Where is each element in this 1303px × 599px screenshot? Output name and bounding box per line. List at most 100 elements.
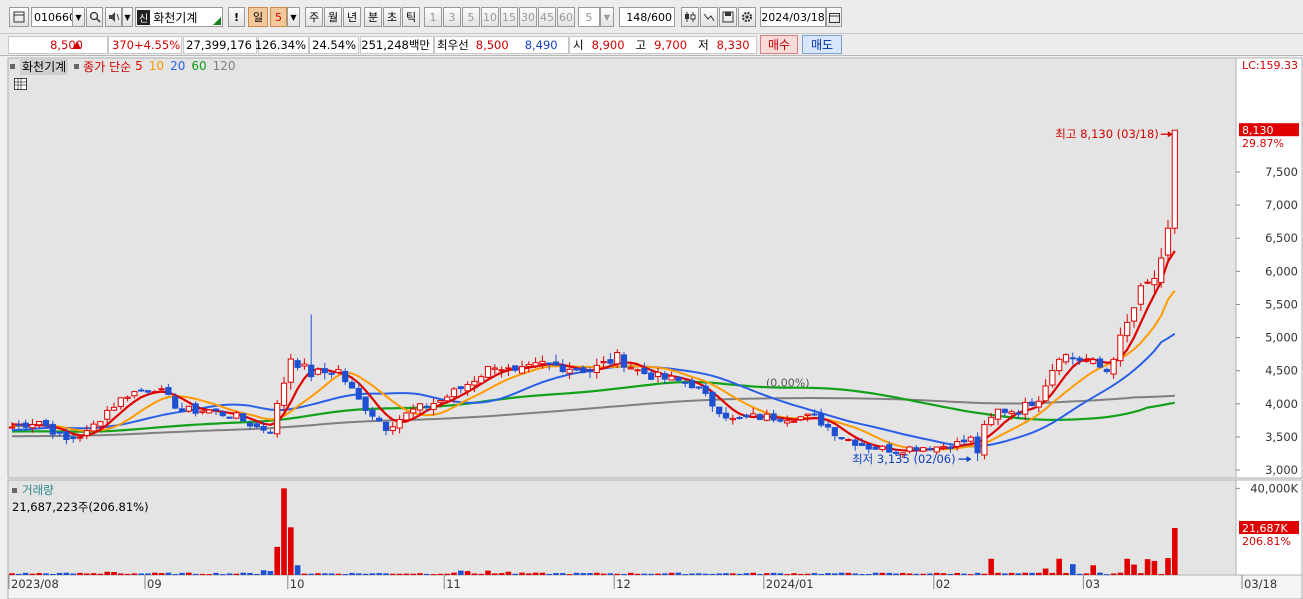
- candle-body: [362, 396, 369, 411]
- sell-button[interactable]: 매도: [802, 35, 842, 54]
- legend-ma10[interactable]: 10: [149, 59, 164, 73]
- period-count-dropdown-icon[interactable]: ▼: [287, 7, 300, 27]
- volume-bar: [417, 573, 423, 575]
- volume-bar: [662, 573, 668, 575]
- volume-bar: [906, 573, 913, 575]
- alert-button[interactable]: !: [228, 7, 245, 27]
- layout-icon[interactable]: [9, 7, 29, 27]
- candle-body: [818, 413, 825, 426]
- candle-body: [206, 409, 213, 414]
- calendar-icon[interactable]: [826, 7, 842, 27]
- candle-body: [389, 426, 396, 432]
- volume-bar: [546, 573, 552, 575]
- interval-45-button[interactable]: 45: [538, 7, 556, 27]
- volume-bar: [519, 572, 525, 575]
- volume-bar: [16, 573, 22, 575]
- volume-bar: [818, 573, 824, 575]
- stock-name-field[interactable]: 신 화천기계: [135, 7, 223, 27]
- candle-body: [518, 366, 526, 374]
- buy-button[interactable]: 매수: [760, 35, 798, 54]
- interval-input[interactable]: 5: [578, 7, 600, 27]
- volume-bar: [1104, 574, 1110, 576]
- interval-5-button[interactable]: 5: [462, 7, 480, 27]
- candle-body: [920, 447, 927, 452]
- candle-body: [1151, 278, 1158, 286]
- legend-ma-label[interactable]: 종가 단순: [83, 58, 131, 75]
- volume-bar: [50, 573, 56, 575]
- candle-body: [1028, 401, 1036, 406]
- volume-bar: [893, 573, 899, 575]
- legend-ma5[interactable]: 5: [135, 59, 143, 73]
- volume-bar: [254, 573, 260, 575]
- interval-dropdown-icon[interactable]: ▼: [600, 7, 614, 27]
- volume-bar: [621, 573, 627, 575]
- legend-stock-name[interactable]: 화천기계: [20, 57, 69, 75]
- candle-type-icon[interactable]: [681, 7, 699, 27]
- candle-body: [138, 389, 145, 392]
- candle-body: [539, 360, 546, 365]
- date-field[interactable]: 2024/03/18: [760, 7, 826, 27]
- interval-30-button[interactable]: 30: [519, 7, 537, 27]
- candle-body: [471, 380, 478, 386]
- candle-body: [328, 372, 335, 375]
- candle-body: [185, 405, 192, 412]
- candle-body: [573, 367, 580, 371]
- volume-bar: [961, 573, 967, 575]
- best-bid: 8,490: [524, 38, 558, 52]
- interval-15-button[interactable]: 15: [500, 7, 518, 27]
- candle-body: [661, 373, 668, 380]
- volume-bar: [1056, 558, 1062, 575]
- price-chart[interactable]: 3,000 3,500 4,000 4,500 5,000 5,500 6,000 6,500…: [0, 56, 1303, 599]
- candle-body: [49, 423, 56, 435]
- candle-body: [865, 443, 872, 450]
- stock-code-input[interactable]: 010660: [31, 7, 76, 27]
- candle: [226, 416, 233, 419]
- search-icon[interactable]: [86, 7, 103, 27]
- interval-3-button[interactable]: 3: [443, 7, 461, 27]
- candle-body: [845, 439, 852, 442]
- legend-ma120[interactable]: 120: [213, 59, 236, 73]
- period-minute-button[interactable]: 분: [364, 7, 382, 27]
- date-axis-panel: [7, 574, 1303, 599]
- line-type-icon[interactable]: [700, 7, 718, 27]
- volume-panel[interactable]: [7, 479, 1237, 576]
- volume-bar: [505, 571, 512, 575]
- candle-body: [709, 391, 716, 407]
- speaker-icon[interactable]: [105, 7, 122, 27]
- best-label: 최우선: [437, 38, 469, 52]
- date-tick-label: 03: [1085, 577, 1100, 591]
- save-icon[interactable]: [719, 7, 737, 27]
- candle-body: [824, 424, 832, 428]
- legend-ma60[interactable]: 60: [191, 59, 206, 73]
- code-dropdown-icon[interactable]: ▼: [72, 7, 85, 27]
- legend-ma20[interactable]: 20: [170, 59, 185, 73]
- candle: [790, 420, 798, 423]
- volume-bar: [328, 573, 335, 575]
- volume-bar: [614, 573, 620, 575]
- period-tick-button[interactable]: 틱: [402, 7, 420, 27]
- candle-body: [70, 436, 77, 440]
- interval-10-button[interactable]: 10: [481, 7, 499, 27]
- volume-bar: [274, 546, 280, 575]
- period-day-button[interactable]: 일: [248, 7, 268, 27]
- interval-60-button[interactable]: 60: [557, 7, 575, 27]
- candle-body: [546, 362, 553, 365]
- candle-body: [695, 386, 702, 389]
- price-panel[interactable]: [7, 57, 1237, 479]
- period-week-button[interactable]: 주: [305, 7, 323, 27]
- period-year-button[interactable]: 년: [343, 7, 361, 27]
- gear-icon[interactable]: [738, 7, 756, 27]
- grid-settings-icon[interactable]: [14, 78, 27, 90]
- period-count-field[interactable]: 5: [270, 7, 287, 27]
- speaker-dropdown-icon[interactable]: ▼: [122, 7, 133, 27]
- volume-bar: [206, 574, 212, 576]
- range-field[interactable]: 148 /600: [619, 7, 675, 27]
- high-value: 9,700: [654, 38, 688, 52]
- interval-1-button[interactable]: 1: [424, 7, 442, 27]
- candle-body: [1171, 129, 1178, 229]
- period-second-button[interactable]: 초: [383, 7, 401, 27]
- legend-square-icon: [74, 63, 80, 69]
- volume-bar: [240, 572, 246, 575]
- candle-body: [444, 396, 451, 402]
- period-month-button[interactable]: 월: [324, 7, 342, 27]
